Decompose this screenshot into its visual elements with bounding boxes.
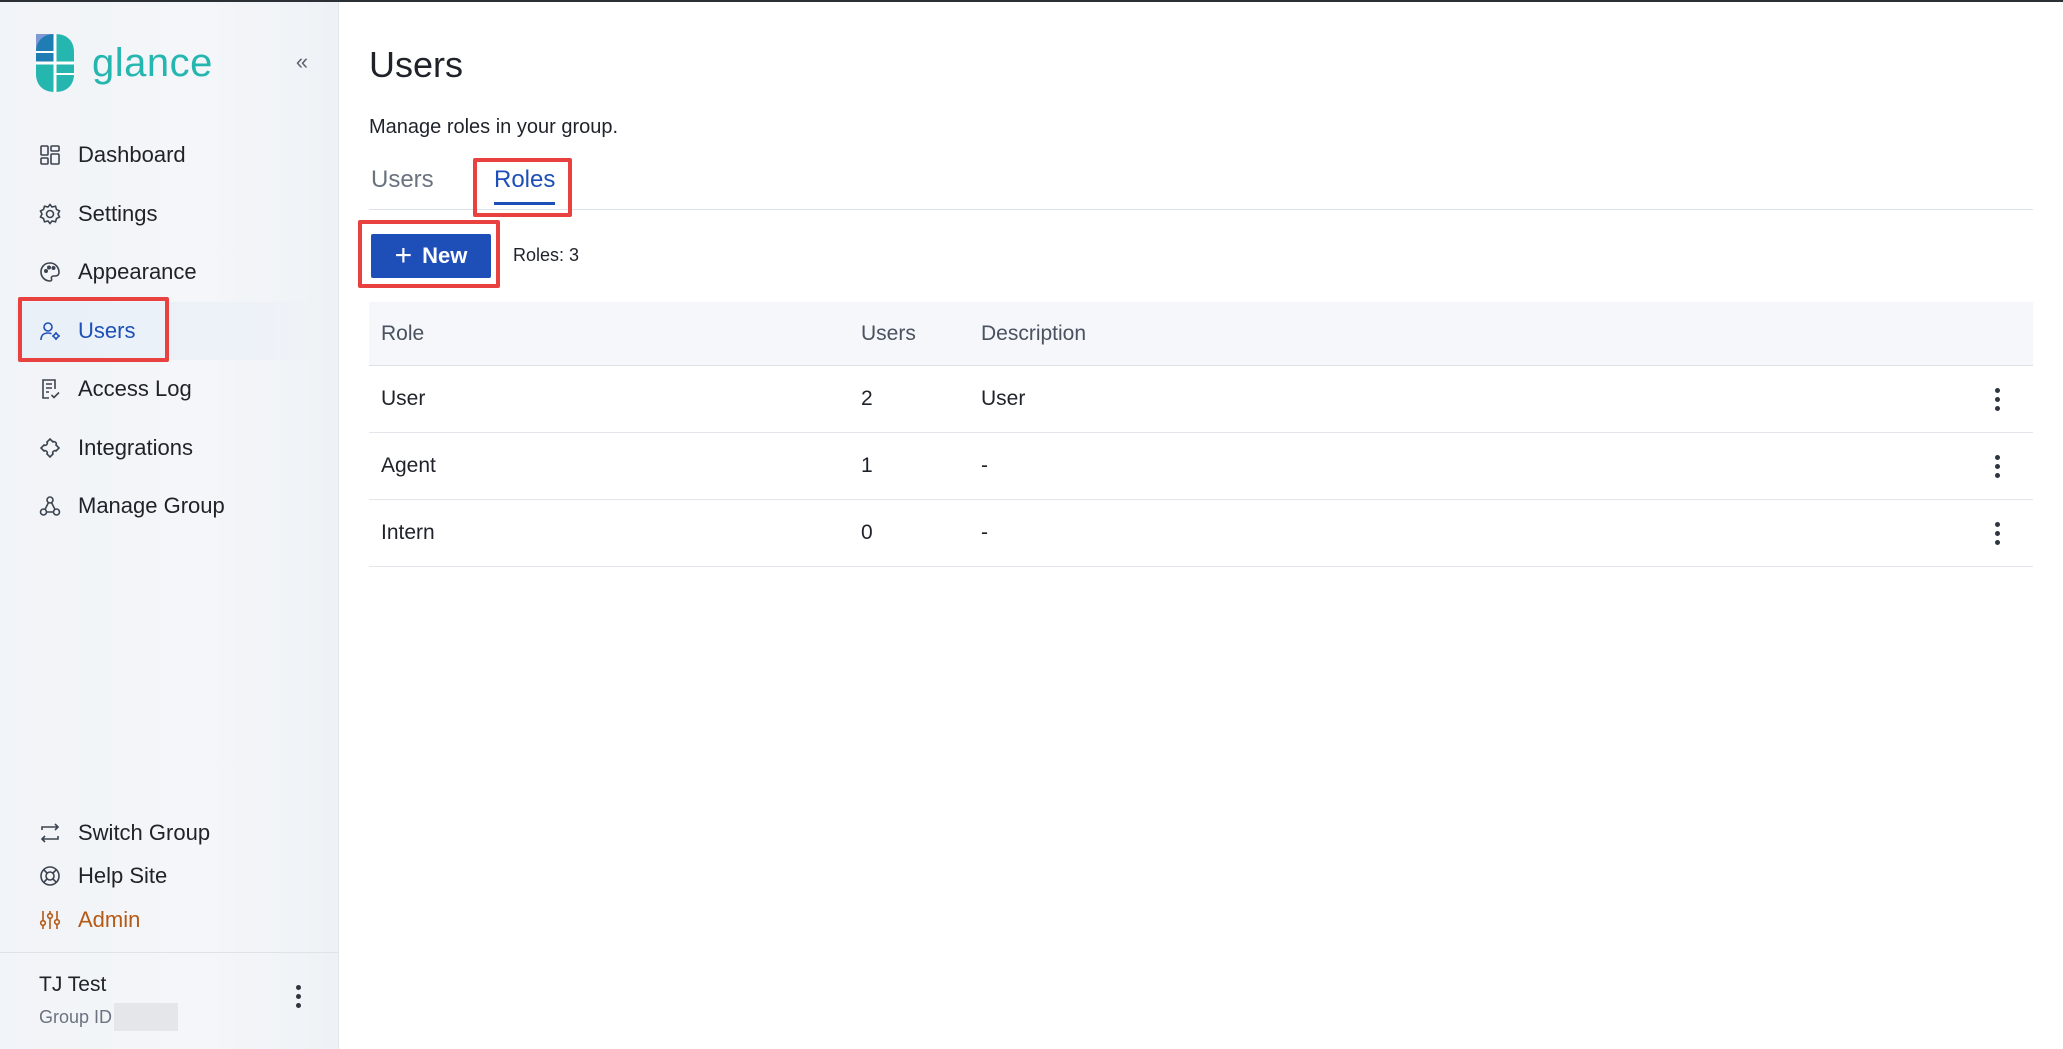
sidebar-nav: Dashboard Settings Appearance Users Acce… — [16, 126, 316, 536]
sidebar-item-settings[interactable]: Settings — [16, 185, 316, 244]
puzzle-icon — [38, 436, 62, 460]
page-title: Users — [369, 44, 464, 85]
roles-count: Roles: 3 — [513, 245, 580, 265]
sidebar-item-users[interactable]: Users — [16, 301, 316, 360]
sidebar-item-label: Users — [78, 317, 136, 343]
role-user-count: 1 — [861, 454, 873, 477]
user-menu-kebab-icon[interactable] — [288, 981, 308, 1011]
sidebar-item-label: Switch Group — [78, 819, 211, 845]
row-actions-kebab-icon[interactable] — [1989, 384, 2005, 414]
tab-bar: Users Roles — [369, 162, 2033, 210]
role-description: User — [981, 387, 1026, 410]
role-description: - — [981, 454, 988, 477]
column-header-role: Role — [381, 321, 425, 345]
new-role-button[interactable]: + New — [369, 232, 493, 280]
sidebar-item-admin[interactable]: Admin — [16, 898, 316, 942]
role-name: Intern — [381, 521, 435, 544]
sidebar-item-label: Settings — [78, 200, 158, 226]
role-user-count: 2 — [861, 387, 873, 410]
sidebar: glance « Dashboard Settings Appearance U — [0, 2, 339, 1049]
user-gear-icon — [38, 319, 62, 343]
sidebar-bottom-nav: Switch Group Help Site Admin — [16, 811, 316, 942]
table-header: Role Users Description — [369, 302, 2033, 366]
roles-table: Role Users Description User 2 User Agent… — [369, 302, 2033, 567]
sidebar-item-label: Admin — [78, 906, 141, 932]
role-name: User — [381, 387, 426, 410]
sidebar-item-label: Manage Group — [78, 493, 225, 519]
group-tree-icon — [38, 494, 62, 518]
column-header-description: Description — [981, 321, 1087, 345]
brand-logo[interactable]: glance — [34, 32, 213, 94]
sidebar-item-manage-group[interactable]: Manage Group — [16, 477, 316, 536]
group-id-label: Group ID — [39, 1006, 113, 1027]
row-actions-kebab-icon[interactable] — [1989, 518, 2005, 548]
group-id: Group ID — [39, 1003, 179, 1031]
glance-logo-icon — [36, 34, 74, 92]
switch-arrows-icon — [38, 821, 62, 845]
dashboard-icon — [38, 143, 62, 167]
sidebar-item-dashboard[interactable]: Dashboard — [16, 126, 316, 185]
table-row[interactable]: Intern 0 - — [369, 500, 2033, 567]
role-name: Agent — [381, 454, 436, 477]
sidebar-item-label: Appearance — [78, 259, 197, 285]
main-content: Users Manage roles in your group. Users … — [340, 2, 2063, 1049]
sliders-icon — [38, 908, 62, 932]
table-row[interactable]: Agent 1 - — [369, 433, 2033, 500]
sidebar-item-access-log[interactable]: Access Log — [16, 360, 316, 419]
sidebar-item-switch-group[interactable]: Switch Group — [16, 811, 316, 855]
current-user: TJ Test Group ID — [0, 952, 339, 1049]
brand-name: glance — [92, 40, 213, 85]
chevrons-left-icon[interactable]: « — [290, 50, 314, 74]
sidebar-item-label: Dashboard — [78, 142, 186, 168]
tab-roles[interactable]: Roles — [494, 166, 556, 205]
role-description: - — [981, 521, 988, 544]
palette-icon — [38, 260, 62, 284]
plus-icon: + — [394, 239, 413, 272]
sidebar-item-integrations[interactable]: Integrations — [16, 419, 316, 478]
role-user-count: 0 — [861, 521, 873, 544]
group-id-redacted-value — [114, 1003, 179, 1031]
tab-users[interactable]: Users — [371, 166, 434, 202]
page-subtitle: Manage roles in your group. — [369, 116, 619, 138]
column-header-users: Users — [861, 321, 916, 345]
sidebar-item-label: Integrations — [78, 434, 193, 460]
sidebar-item-help-site[interactable]: Help Site — [16, 855, 316, 899]
sidebar-item-appearance[interactable]: Appearance — [16, 243, 316, 302]
row-actions-kebab-icon[interactable] — [1989, 451, 2005, 481]
lifebuoy-icon — [38, 864, 62, 888]
table-row[interactable]: User 2 User — [369, 366, 2033, 433]
gear-icon — [38, 202, 62, 226]
new-button-label: New — [422, 243, 468, 268]
document-check-icon — [38, 377, 62, 401]
user-name: TJ Test — [39, 973, 107, 996]
sidebar-item-label: Access Log — [78, 376, 192, 402]
sidebar-item-label: Help Site — [78, 863, 168, 889]
